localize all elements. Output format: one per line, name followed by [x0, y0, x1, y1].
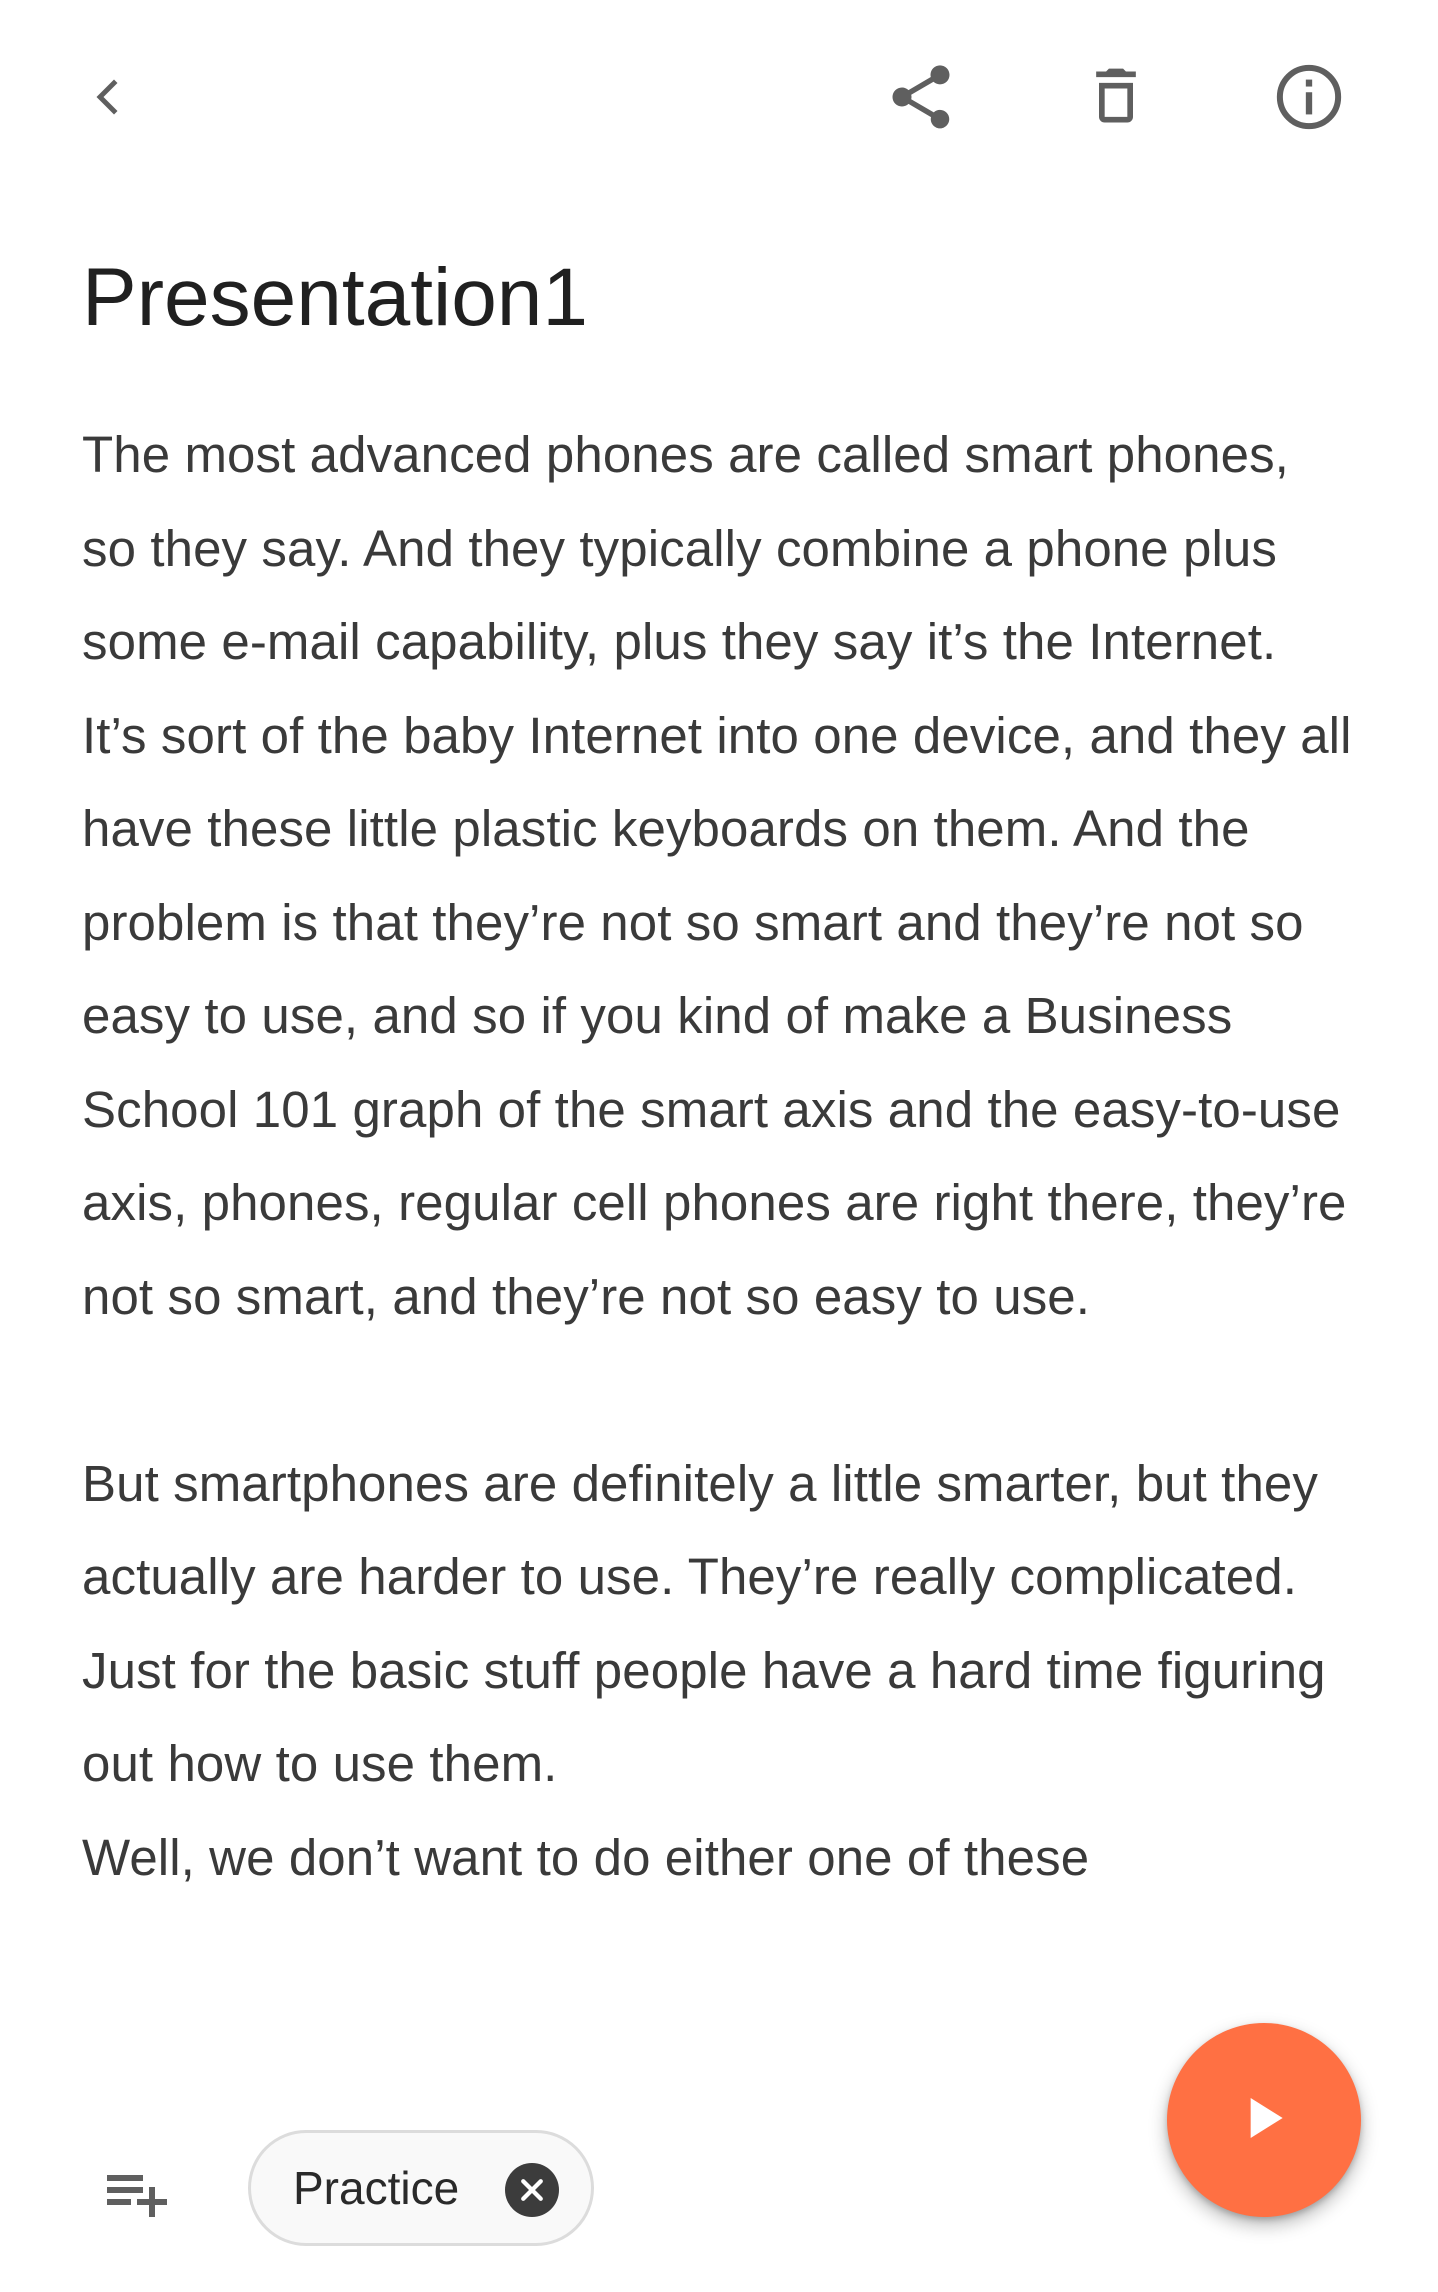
paragraph: It’s sort of the baby Internet into one …: [82, 706, 1352, 1325]
info-icon: [1271, 59, 1347, 135]
play-button[interactable]: [1167, 2023, 1361, 2217]
back-button[interactable]: [54, 42, 164, 152]
paragraph: But smartphones are definitely a little …: [82, 1454, 1326, 1793]
page-title: Presentation1: [82, 252, 589, 343]
share-icon: [883, 59, 959, 135]
paragraph: The most advanced phones are called smar…: [82, 426, 1289, 670]
close-circle-icon[interactable]: [505, 2163, 559, 2217]
info-button[interactable]: [1254, 42, 1364, 152]
delete-button[interactable]: [1061, 42, 1171, 152]
arrow-back-icon: [79, 67, 139, 127]
paragraph: Well, we don’t want to do either one of …: [82, 1828, 1090, 1886]
delete-icon: [1082, 59, 1150, 135]
chip-label: Practice: [293, 2162, 460, 2214]
practice-chip[interactable]: Practice: [248, 2130, 594, 2246]
document-body[interactable]: The most advanced phones are called smar…: [82, 408, 1352, 2068]
playlist-add-icon: [101, 2157, 173, 2229]
play-icon: [1232, 2086, 1296, 2155]
share-button[interactable]: [866, 42, 976, 152]
top-app-bar: [0, 0, 1438, 200]
add-to-list-button[interactable]: [82, 2138, 192, 2248]
